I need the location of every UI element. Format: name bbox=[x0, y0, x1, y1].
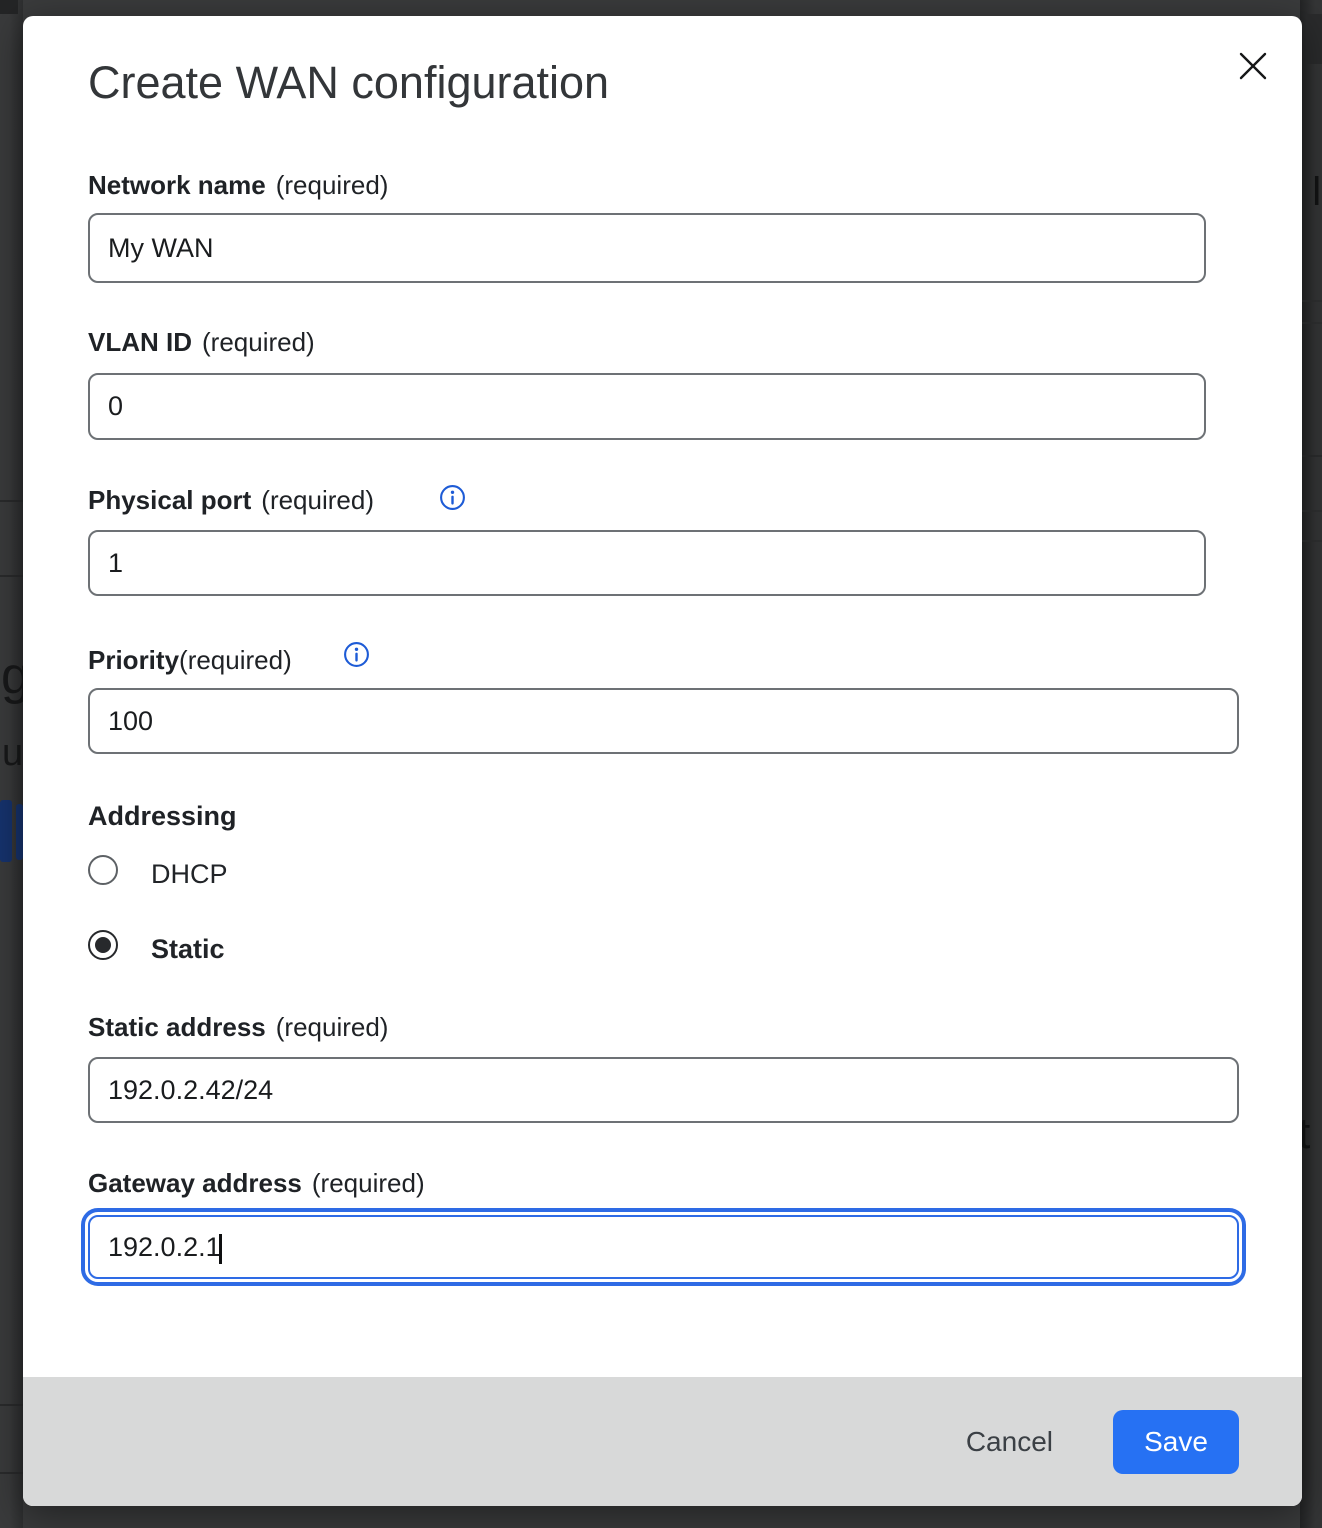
addressing-heading: Addressing bbox=[88, 800, 237, 832]
addressing-radio-static-label[interactable]: Static bbox=[151, 933, 225, 965]
save-button[interactable]: Save bbox=[1113, 1410, 1239, 1474]
physical-port-info-icon[interactable] bbox=[439, 484, 466, 511]
close-button[interactable] bbox=[1229, 42, 1277, 90]
background-patch-topleft bbox=[0, 0, 18, 14]
background-button-fragment bbox=[0, 800, 12, 862]
text-cursor bbox=[219, 1234, 222, 1264]
addressing-radio-static[interactable] bbox=[88, 930, 118, 960]
background-row-line bbox=[0, 1404, 23, 1406]
gateway-address-input[interactable] bbox=[88, 1215, 1239, 1279]
vlan-id-input[interactable] bbox=[88, 373, 1206, 440]
background-row-line bbox=[0, 1472, 23, 1474]
background-overlay-right bbox=[1300, 0, 1322, 1528]
gateway-address-label: Gateway address(required) bbox=[88, 1168, 425, 1199]
background-row-line bbox=[0, 500, 23, 502]
priority-input[interactable] bbox=[88, 688, 1239, 754]
background-row-line bbox=[1302, 300, 1322, 302]
priority-label: Priority(required) bbox=[88, 645, 292, 676]
background-text-fragment: u bbox=[2, 734, 23, 772]
background-row-line bbox=[0, 575, 23, 577]
static-address-label: Static address(required) bbox=[88, 1012, 388, 1043]
background-patch-topright bbox=[1306, 14, 1322, 64]
vlan-id-label: VLAN ID(required) bbox=[88, 327, 315, 358]
background-row-line bbox=[1302, 455, 1322, 457]
dialog-footer: Cancel Save bbox=[23, 1377, 1302, 1506]
create-wan-dialog: Create WAN configuration Network name(re… bbox=[23, 16, 1302, 1506]
network-name-input[interactable] bbox=[88, 213, 1206, 283]
background-row-line bbox=[1302, 540, 1322, 542]
priority-info-icon[interactable] bbox=[343, 641, 370, 668]
addressing-radio-dhcp[interactable] bbox=[88, 855, 118, 885]
physical-port-label: Physical port(required) bbox=[88, 485, 374, 516]
background-row-line bbox=[1302, 322, 1322, 324]
physical-port-input[interactable] bbox=[88, 530, 1206, 596]
close-icon bbox=[1237, 50, 1269, 82]
static-address-input[interactable] bbox=[88, 1057, 1239, 1123]
dialog-title: Create WAN configuration bbox=[88, 56, 609, 110]
background-button-fragment bbox=[16, 804, 23, 860]
network-name-label: Network name(required) bbox=[88, 170, 388, 201]
cancel-button[interactable]: Cancel bbox=[952, 1418, 1067, 1466]
background-row-line bbox=[1302, 510, 1322, 512]
addressing-radio-dhcp-label[interactable]: DHCP bbox=[151, 858, 228, 890]
